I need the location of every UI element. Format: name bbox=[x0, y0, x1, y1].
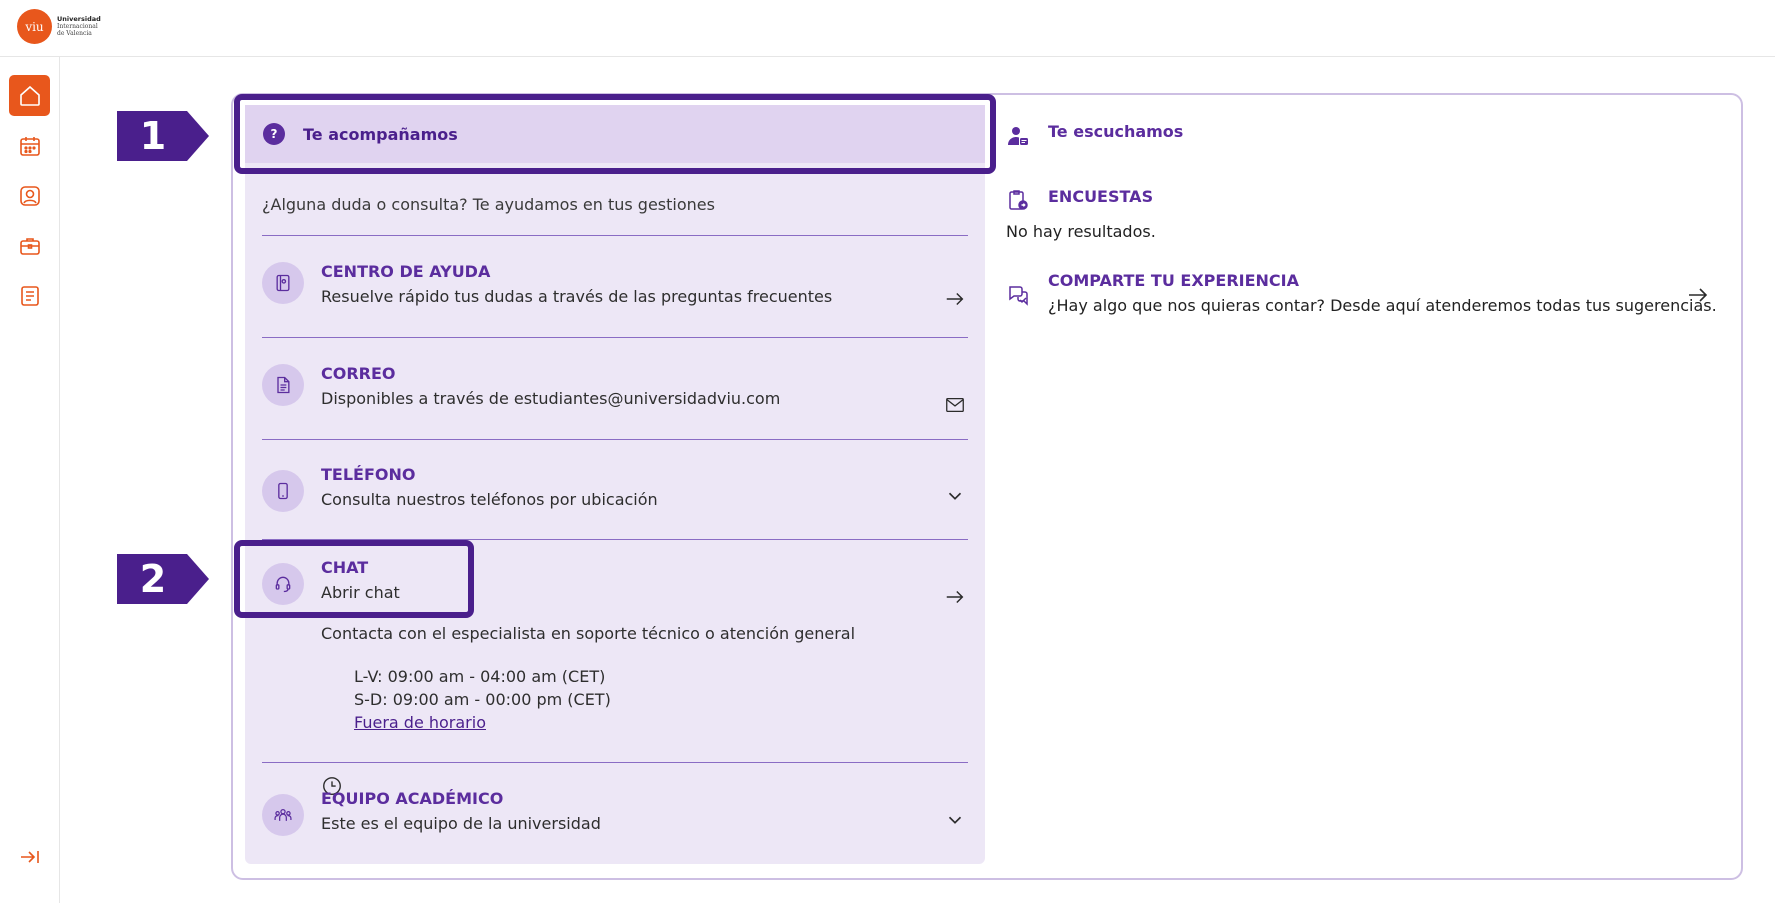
academic-team-subtitle: Este es el equipo de la universidad bbox=[321, 814, 601, 833]
logo-text: Universidad Internacional de Valencia bbox=[57, 15, 101, 38]
university-logo[interactable]: viu Universidad Internacional de Valenci… bbox=[17, 9, 101, 44]
help-center-item[interactable]: CENTRO DE AYUDA Resuelve rápido tus duda… bbox=[262, 262, 968, 332]
phone-title: TELÉFONO bbox=[321, 465, 416, 484]
file-icon bbox=[277, 376, 290, 394]
intro-text: ¿Alguna duda o consulta? Te ayudamos en … bbox=[262, 195, 715, 214]
sidebar-item-calendar[interactable] bbox=[9, 125, 50, 166]
email-subtitle: Disponibles a través de estudiantes@univ… bbox=[321, 389, 781, 408]
out-of-hours-link[interactable]: Fuera de horario bbox=[354, 713, 486, 732]
sidebar-item-profile[interactable] bbox=[9, 175, 50, 216]
chat-hours-weekend: S-D: 09:00 am - 00:00 pm (CET) bbox=[354, 690, 611, 709]
phone-icon-wrap bbox=[262, 470, 304, 512]
sidebar-collapse-button[interactable] bbox=[9, 836, 50, 877]
top-bar: viu Universidad Internacional de Valenci… bbox=[0, 0, 1775, 57]
arrow-right-icon bbox=[946, 590, 964, 604]
help-center-subtitle: Resuelve rápido tus dudas a través de la… bbox=[321, 287, 833, 306]
user-icon bbox=[19, 185, 40, 206]
arrow-right-icon bbox=[946, 292, 964, 306]
briefcase-icon bbox=[19, 237, 40, 255]
home-icon bbox=[19, 85, 40, 106]
annotation-highlight-2 bbox=[234, 540, 474, 618]
annotation-number-1: 1 bbox=[139, 114, 167, 158]
survey-icon bbox=[1009, 190, 1028, 210]
sidebar-item-documents[interactable] bbox=[9, 275, 50, 316]
email-icon-wrap bbox=[262, 364, 304, 406]
chevron-down-icon bbox=[948, 492, 962, 500]
logo-line-2: Internacional bbox=[57, 23, 98, 30]
mobile-icon bbox=[278, 482, 288, 500]
logo-mark: viu bbox=[17, 9, 52, 44]
surveys-empty: No hay resultados. bbox=[1006, 222, 1156, 241]
annotation-marker-1: 1 bbox=[117, 111, 209, 161]
chat-bubbles-icon bbox=[1009, 286, 1028, 306]
divider bbox=[262, 762, 968, 763]
listen-panel: Te escuchamos ENCUESTAS No hay resultado… bbox=[1000, 105, 1720, 505]
divider bbox=[262, 235, 968, 236]
sidebar bbox=[0, 57, 60, 903]
phone-subtitle: Consulta nuestros teléfonos por ubicació… bbox=[321, 490, 658, 509]
share-experience-title: COMPARTE TU EXPERIENCIA bbox=[1048, 271, 1299, 290]
divider bbox=[262, 337, 968, 338]
chevron-down-icon bbox=[948, 816, 962, 824]
email-title: CORREO bbox=[321, 364, 396, 383]
mail-icon bbox=[946, 397, 964, 413]
academic-team-title: EQUIPO ACADÉMICO bbox=[321, 789, 504, 808]
phone-expand[interactable] bbox=[942, 483, 968, 509]
sidebar-item-career[interactable] bbox=[9, 225, 50, 266]
annotation-highlight-1 bbox=[234, 94, 996, 174]
annotation-number-2: 2 bbox=[139, 557, 167, 601]
academic-team-expand[interactable] bbox=[942, 807, 968, 833]
document-icon bbox=[20, 285, 39, 306]
academic-team-item[interactable]: EQUIPO ACADÉMICO Este es el equipo de la… bbox=[262, 789, 968, 849]
team-icon bbox=[274, 808, 292, 821]
collapse-arrow-icon bbox=[20, 850, 39, 863]
surveys-title: ENCUESTAS bbox=[1048, 187, 1154, 206]
divider bbox=[262, 439, 968, 440]
academic-team-icon-wrap bbox=[262, 794, 304, 836]
book-icon bbox=[276, 274, 290, 292]
logo-line-1: Universidad bbox=[57, 15, 101, 23]
sidebar-item-home[interactable] bbox=[9, 75, 50, 116]
logo-line-3: de Valencia bbox=[57, 30, 92, 37]
email-action[interactable] bbox=[942, 392, 968, 418]
chat-hours-weekdays: L-V: 09:00 am - 04:00 am (CET) bbox=[354, 667, 606, 686]
user-feedback-icon bbox=[1008, 127, 1028, 145]
annotation-marker-2: 2 bbox=[117, 554, 209, 604]
chat-description: Contacta con el especialista en soporte … bbox=[321, 624, 856, 643]
share-experience-arrow-icon[interactable] bbox=[1686, 283, 1710, 307]
tab-te-escuchamos[interactable]: Te escuchamos bbox=[1048, 122, 1183, 141]
phone-item[interactable]: TELÉFONO Consulta nuestros teléfonos por… bbox=[262, 465, 968, 535]
accompany-panel: ? Te acompañamos ¿Alguna duda o consulta… bbox=[245, 105, 985, 864]
help-center-arrow[interactable] bbox=[942, 286, 968, 312]
help-center-icon-wrap bbox=[262, 262, 304, 304]
chat-arrow[interactable] bbox=[942, 584, 968, 610]
email-item[interactable]: CORREO Disponibles a través de estudiant… bbox=[262, 364, 968, 434]
calendar-icon bbox=[19, 136, 40, 156]
share-experience-text: ¿Hay algo que nos quieras contar? Desde … bbox=[1048, 296, 1717, 315]
help-center-title: CENTRO DE AYUDA bbox=[321, 262, 491, 281]
